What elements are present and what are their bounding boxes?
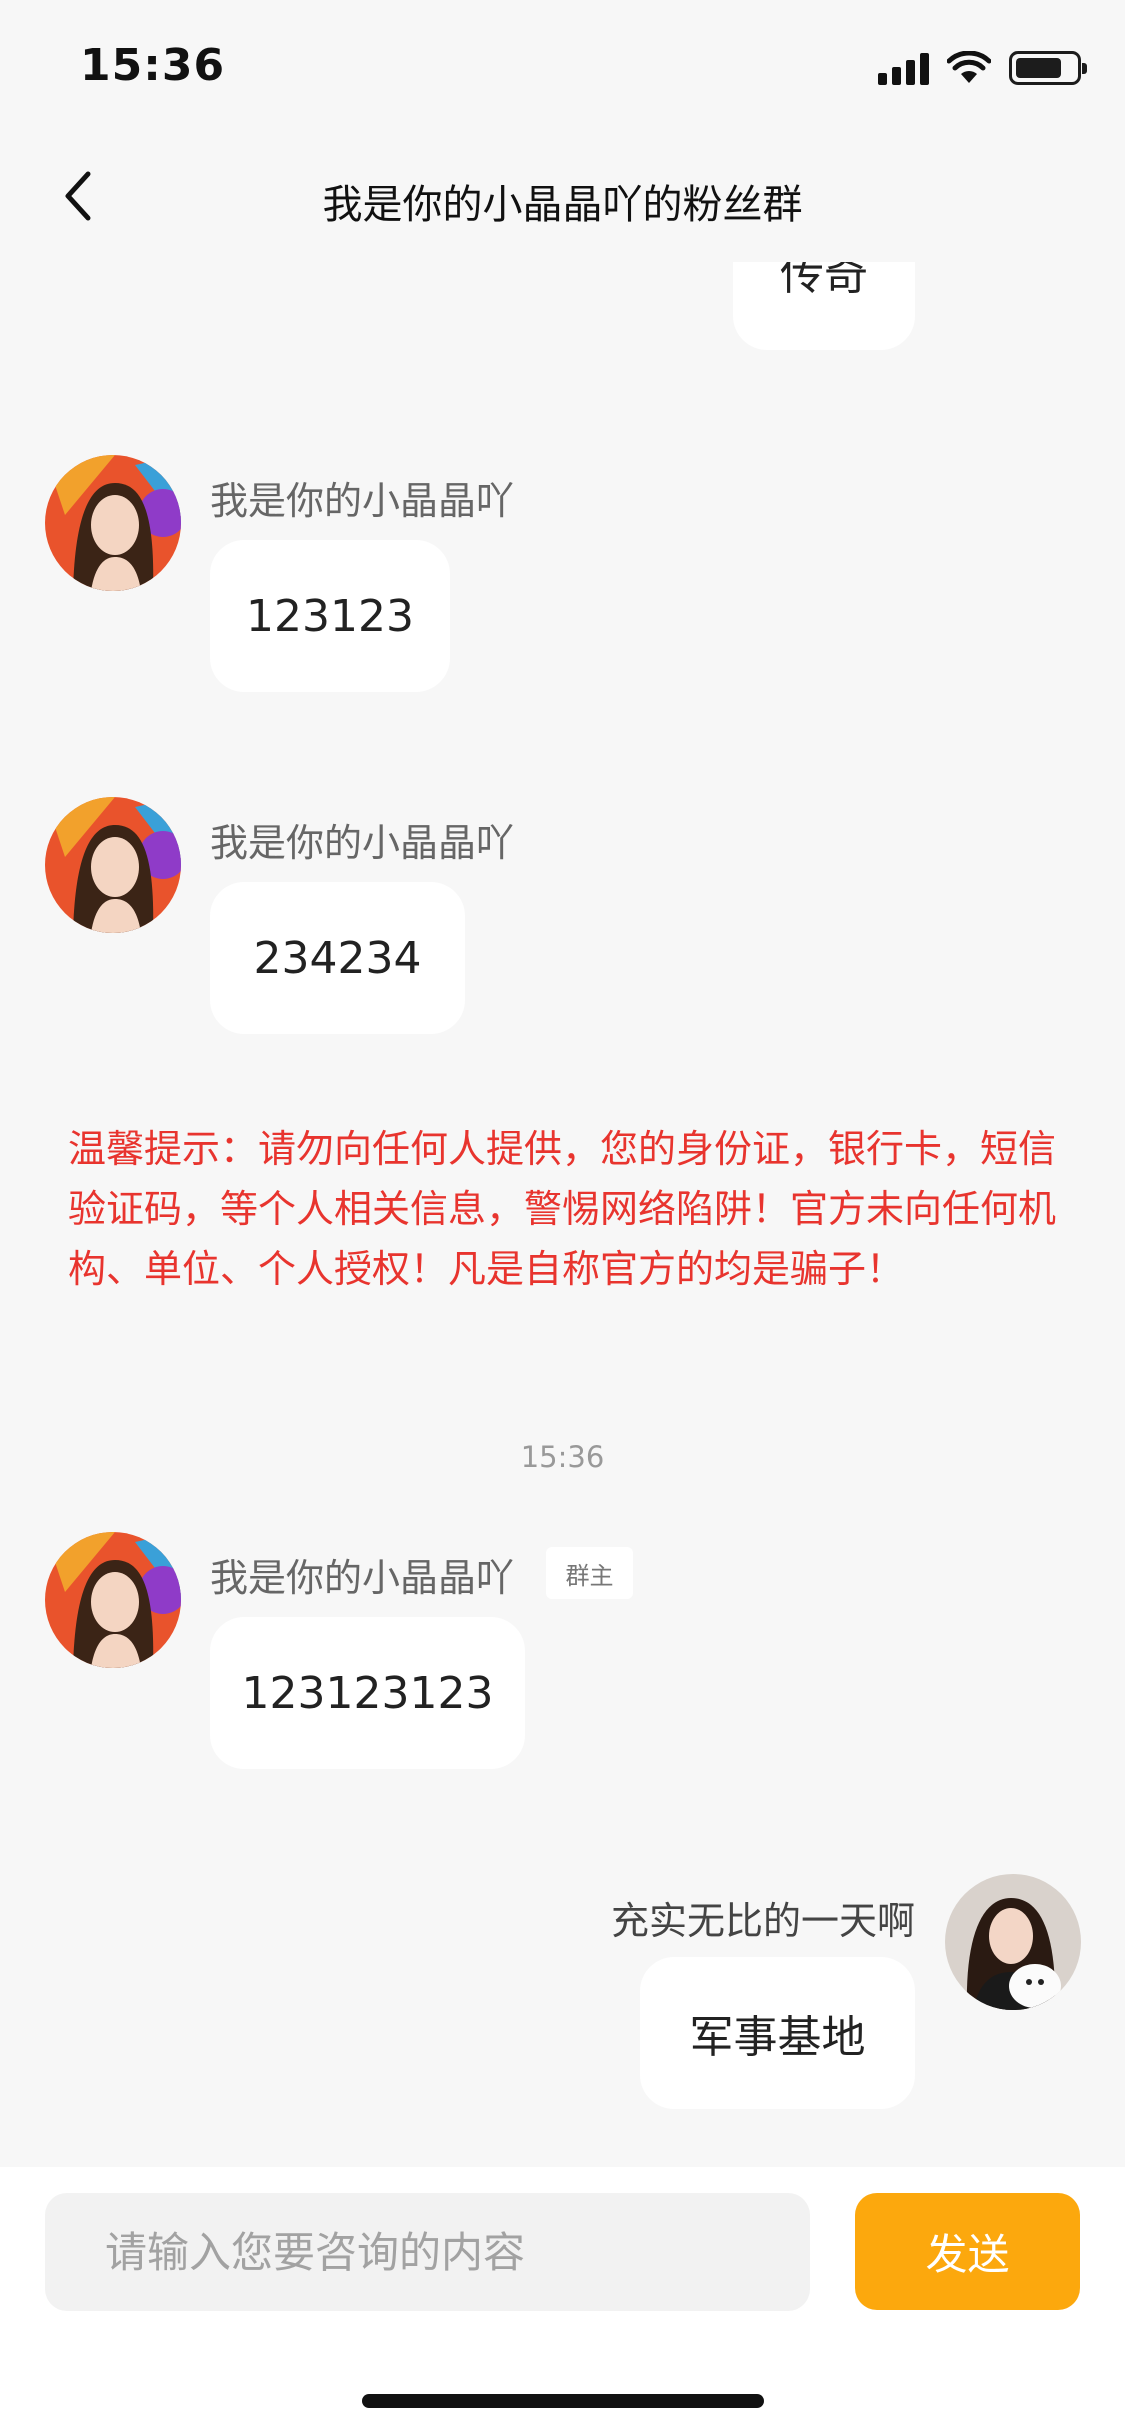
avatar-image [945,1874,1081,2010]
avatar-image [45,797,181,933]
status-icons [878,46,1087,90]
status-bar: 15:36 [0,0,1125,132]
avatar[interactable] [945,1874,1081,2010]
safety-notice: 温馨提示：请勿向任何人提供，您的身份证，银行卡，短信验证码，等个人相关信息，警惕… [68,1127,1057,1291]
sender-name: 我是你的小晶晶吖 [210,479,515,523]
status-time: 15:36 [80,40,226,91]
message-bubble[interactable]: 123123123 [210,1617,525,1769]
message-text: 军事基地 [689,2012,866,2063]
message-text: 传奇 [780,262,868,300]
message-list[interactable]: 传奇 我是你的小晶晶吖 123123 我是你的小晶晶吖 234234 温馨提示：… [0,262,1125,2167]
message-text: 123123 [246,590,414,642]
battery-level [1016,58,1062,78]
message-bubble[interactable]: 传奇 [733,262,915,350]
message-text: 234234 [253,932,422,984]
avatar-image [45,1532,181,1668]
avatar[interactable] [45,797,181,933]
time-divider: 15:36 [520,1440,605,1474]
avatar[interactable] [45,455,181,591]
chat-screen: 15:36 我是你的小晶晶吖的粉丝群 传奇 我是你的小晶晶吖 123123 我是… [0,0,1125,2436]
sender-name: 充实无比的一天啊 [610,1899,915,1943]
message-bubble[interactable]: 123123 [210,540,450,692]
avatar-image [45,455,181,591]
message-text: 123123123 [241,1667,494,1719]
message-bubble[interactable]: 234234 [210,882,465,1034]
battery-icon [1009,51,1087,85]
page-title: 我是你的小晶晶吖的粉丝群 [322,182,803,228]
nav-bar: 我是你的小晶晶吖的粉丝群 [0,132,1125,262]
message-input[interactable] [45,2193,810,2311]
home-indicator[interactable] [362,2394,764,2408]
group-owner-badge: 群主 [546,1547,633,1599]
sender-name: 我是你的小晶晶吖 [210,1556,515,1600]
wifi-icon [947,51,991,83]
avatar[interactable] [45,1532,181,1668]
send-button[interactable]: 发送 [855,2193,1080,2310]
message-bubble[interactable]: 军事基地 [640,1957,915,2109]
sender-name: 我是你的小晶晶吖 [210,821,515,865]
cellular-signal-icon [878,51,929,85]
